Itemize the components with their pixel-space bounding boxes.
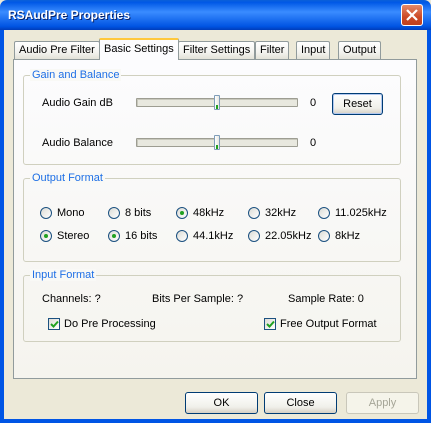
radio-8khz[interactable]: 8kHz <box>318 230 360 242</box>
reset-button[interactable]: Reset <box>332 93 383 115</box>
radio-44-1khz[interactable]: 44.1kHz <box>176 230 233 242</box>
radio-indicator <box>318 230 330 242</box>
audio-gain-thumb[interactable] <box>214 95 220 110</box>
audio-gain-value: 0 <box>310 97 317 109</box>
checkmark-icon <box>50 320 59 328</box>
ok-button[interactable]: OK <box>185 392 258 414</box>
do-pre-processing-checkbox[interactable]: Do Pre Processing <box>48 318 156 330</box>
gain-balance-title: Gain and Balance <box>30 69 122 81</box>
checkbox-label: Do Pre Processing <box>64 318 156 330</box>
radio-indicator <box>40 207 52 219</box>
radio-indicator <box>108 207 120 219</box>
sample-rate-readout: Sample Rate: 0 <box>288 293 364 305</box>
radio-8-bits[interactable]: 8 bits <box>108 207 151 219</box>
radio-mono[interactable]: Mono <box>40 207 85 219</box>
gain-balance-group <box>23 75 401 165</box>
radio-indicator <box>108 230 120 242</box>
audio-balance-label: Audio Balance <box>42 137 113 149</box>
channels-readout: Channels: ? <box>42 293 101 305</box>
radio-label: 48kHz <box>193 207 225 219</box>
radio-16-bits[interactable]: 16 bits <box>108 230 157 242</box>
radio-48khz[interactable]: 48kHz <box>176 207 224 219</box>
radio-indicator <box>176 230 188 242</box>
audio-balance-thumb[interactable] <box>214 135 220 150</box>
tab-audio-pre-filter[interactable]: Audio Pre Filter <box>14 41 100 59</box>
radio-label: 32kHz <box>265 207 297 219</box>
radio-indicator <box>176 207 188 219</box>
output-format-title: Output Format <box>30 172 105 184</box>
bits-per-sample-readout: Bits Per Sample: ? <box>152 293 244 305</box>
radio-label: Mono <box>57 207 85 219</box>
radio-stereo[interactable]: Stereo <box>40 230 89 242</box>
radio-label: 11.025kHz <box>335 207 387 219</box>
output-format-group <box>23 178 401 262</box>
radio-label: 22.05kHz <box>265 230 312 242</box>
close-icon <box>406 9 418 21</box>
input-format-title: Input Format <box>30 269 97 281</box>
tab-basic-settings[interactable]: Basic Settings <box>99 38 179 60</box>
close-button[interactable]: Close <box>264 392 337 414</box>
tab-input[interactable]: Input <box>296 41 331 59</box>
tab-filter-settings[interactable]: Filter Settings <box>178 41 256 59</box>
input-format-group <box>23 275 401 342</box>
audio-balance-value: 0 <box>310 137 317 149</box>
radio-label: 16 bits <box>125 230 158 242</box>
radio-indicator <box>40 230 52 242</box>
window-title: RSAudPre Properties <box>8 8 131 22</box>
checkbox-label: Free Output Format <box>280 318 377 330</box>
title-bar: RSAudPre Properties <box>0 0 431 30</box>
tab-output[interactable]: Output <box>338 41 382 59</box>
checkmark-icon <box>266 320 275 328</box>
free-output-format-checkbox[interactable]: Free Output Format <box>264 318 377 330</box>
radio-22-05khz[interactable]: 22.05kHz <box>248 230 311 242</box>
radio-label: 8 bits <box>125 207 152 219</box>
radio-indicator <box>248 230 260 242</box>
apply-button[interactable]: Apply <box>346 392 419 414</box>
audio-gain-label: Audio Gain dB <box>42 97 113 109</box>
radio-32khz[interactable]: 32kHz <box>248 207 296 219</box>
checkbox-indicator <box>264 318 276 330</box>
radio-indicator <box>248 207 260 219</box>
tab-filter[interactable]: Filter <box>255 41 290 59</box>
radio-label: 8kHz <box>335 230 361 242</box>
close-window-button[interactable] <box>401 4 423 26</box>
radio-label: Stereo <box>57 230 90 242</box>
checkbox-indicator <box>48 318 60 330</box>
radio-indicator <box>318 207 330 219</box>
radio-label: 44.1kHz <box>193 230 234 242</box>
radio-11-025khz[interactable]: 11.025kHz <box>318 207 387 219</box>
